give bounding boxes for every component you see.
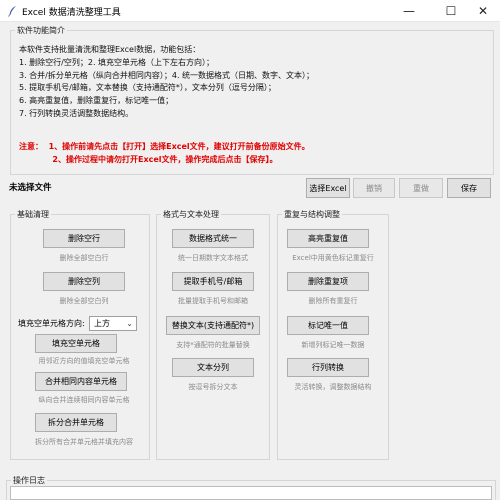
- intro-line: 1. 删除空行/空列；2. 填充空单元格（上下左右方向）；: [19, 57, 215, 67]
- replace-text-button[interactable]: 替换文本(支持通配符*): [166, 316, 260, 335]
- transpose-desc: 灵活转换，调整数据结构: [294, 383, 372, 391]
- duplicate-structure-group: 重复与结构调整: [277, 209, 389, 460]
- extract-phone-email-button[interactable]: 提取手机号/邮箱: [172, 272, 254, 291]
- intro-legend: 软件功能简介: [15, 25, 67, 36]
- delete-cols-desc: 删除全部空白列: [59, 297, 109, 305]
- split-text-desc: 按逗号拆分文本: [188, 383, 238, 391]
- select-excel-button[interactable]: 选择Excel: [306, 178, 350, 198]
- merge-same-desc: 纵向合并连续相同内容单元格: [38, 396, 130, 404]
- warning-line: 注意： 1、操作前请先点击【打开】选择Excel文件，建议打开前备份原始文件。: [19, 142, 310, 151]
- intro-line: 7. 行列转换灵活调整数据结构。: [19, 108, 134, 118]
- chevron-down-icon: ⌄: [126, 319, 133, 328]
- delete-empty-rows-button[interactable]: 删除空行: [43, 229, 125, 248]
- redo-button[interactable]: 重做: [399, 178, 443, 198]
- window-title: Excel 数据清洗整理工具: [22, 8, 121, 18]
- fill-direction-value: 上方: [94, 319, 110, 328]
- file-status-label: 未选择文件: [9, 183, 52, 193]
- format-text-group: 格式与文本处理: [156, 209, 270, 460]
- delete-rows-desc: 删除全部空白行: [59, 254, 109, 262]
- format-legend: 格式与文本处理: [161, 209, 221, 220]
- minimize-button[interactable]: —: [392, 0, 426, 22]
- unify-format-desc: 统一日期数字文本格式: [178, 254, 248, 262]
- intro-line: 6. 高亮重复值，删除重复行，标记唯一值；: [19, 96, 174, 106]
- warning-line: 2、操作过程中请勿打开Excel文件，操作完成后点击【保存】。: [19, 154, 278, 164]
- log-textarea[interactable]: [10, 486, 492, 500]
- transpose-button[interactable]: 行列转换: [287, 358, 369, 377]
- save-button[interactable]: 保存: [447, 178, 491, 198]
- intro-text: 本软件支持批量清洗和整理Excel数据，功能包括： 1. 删除空行/空列；2. …: [19, 44, 314, 121]
- intro-group: 软件功能简介 本软件支持批量清洗和整理Excel数据，功能包括： 1. 删除空行…: [10, 25, 494, 175]
- delete-dup-desc: 删除所有重复行: [308, 297, 358, 305]
- basic-legend: 基础清理: [15, 209, 51, 220]
- dup-legend: 重复与结构调整: [282, 209, 342, 220]
- fill-direction-select[interactable]: 上方 ⌄: [89, 316, 137, 331]
- unify-format-button[interactable]: 数据格式统一: [172, 229, 254, 248]
- split-merged-desc: 拆分所有合并单元格并填充内容: [35, 438, 133, 446]
- replace-desc: 支持*通配符的批量替换: [176, 341, 250, 349]
- maximize-button[interactable]: ☐: [434, 0, 468, 22]
- fill-direction-label: 填充空单元格方向:: [18, 319, 85, 328]
- intro-line: 3. 合并/拆分单元格（纵向合并相同内容）；4. 统一数据格式（日期、数字、文本…: [19, 70, 315, 80]
- close-button[interactable]: ✕: [466, 0, 500, 22]
- undo-button[interactable]: 撤销: [353, 178, 395, 198]
- highlight-desc: Excel中用黄色标记重复行: [292, 254, 374, 262]
- split-merged-cells-button[interactable]: 拆分合并单元格: [35, 413, 117, 432]
- mark-unique-button[interactable]: 标记唯一值: [287, 316, 369, 335]
- mark-unique-desc: 新增列标记唯一数据: [301, 341, 365, 349]
- split-text-button[interactable]: 文本分列: [172, 358, 254, 377]
- log-legend: 操作日志: [11, 475, 47, 486]
- extract-desc: 批量提取手机号和邮箱: [178, 297, 248, 305]
- feather-icon: [8, 6, 16, 17]
- fill-empty-cells-button[interactable]: 填充空单元格: [35, 334, 117, 353]
- intro-line: 5. 提取手机号/邮箱，文本替换（支持通配符*），文本分列（逗号分隔）；: [19, 83, 276, 93]
- intro-warning: 注意： 1、操作前请先点击【打开】选择Excel文件，建议打开前备份原始文件。 …: [19, 141, 310, 166]
- intro-line: 本软件支持批量清洗和整理Excel数据，功能包括：: [19, 45, 201, 54]
- merge-same-cells-button[interactable]: 合并相同内容单元格: [35, 372, 127, 391]
- fill-empty-desc: 用邻近方向的值填充空单元格: [38, 357, 130, 365]
- highlight-duplicates-button[interactable]: 高亮重复值: [287, 229, 369, 248]
- title-bar: Excel 数据清洗整理工具 — ☐ ✕: [0, 0, 500, 22]
- delete-duplicates-button[interactable]: 删除重复项: [287, 272, 369, 291]
- delete-empty-cols-button[interactable]: 删除空列: [43, 272, 125, 291]
